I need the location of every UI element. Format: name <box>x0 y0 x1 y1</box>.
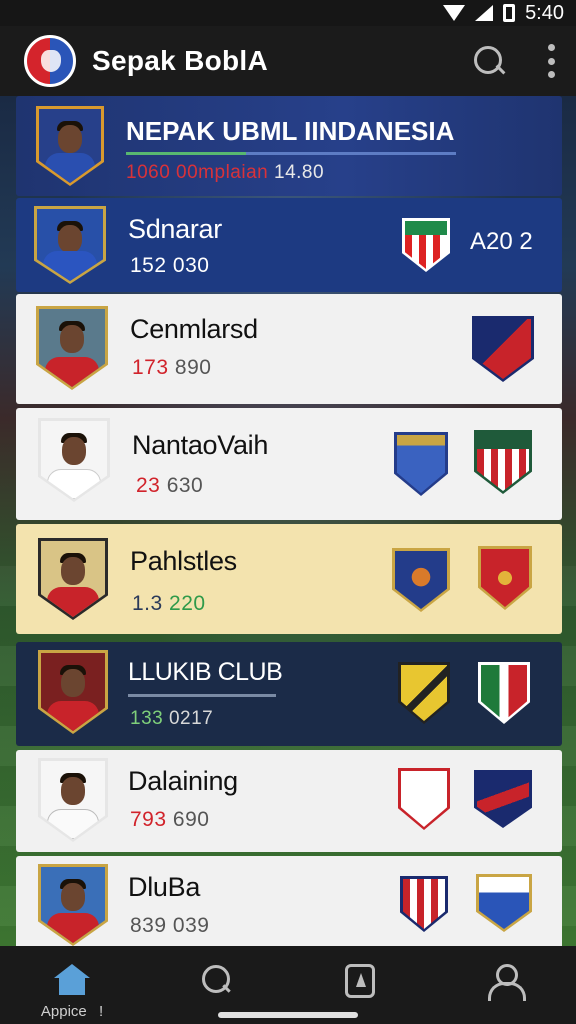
stat-primary: 133 <box>130 708 164 729</box>
club-crest-icon <box>398 768 450 830</box>
stat-secondary: 630 <box>166 474 204 497</box>
stat-primary: 1.3 <box>132 592 163 615</box>
stat-primary: 152 <box>130 254 167 277</box>
stat-secondary: 14.80 <box>274 162 325 183</box>
club-crest-icon <box>474 430 532 494</box>
club-crest-icon <box>394 432 448 496</box>
player-avatar <box>41 421 107 499</box>
row-stats: 23 630 <box>136 474 203 498</box>
match-score: A20 2 <box>470 228 533 255</box>
player-avatar <box>41 541 105 617</box>
list-item-highlighted[interactable]: Pahlstles 1.3 220 <box>16 524 562 634</box>
club-crest-icon <box>402 218 450 272</box>
stat-primary: 173 <box>132 356 169 379</box>
row-stats: 793 690 <box>130 808 209 832</box>
stat-secondary: 030 <box>172 254 210 277</box>
player-avatar <box>39 109 101 183</box>
player-name: Cenmlarsd <box>130 314 258 344</box>
player-list: NEPAK UBML IINDANESIA 1060 00mplaian 14.… <box>16 96 562 950</box>
row-stats: 152 030 <box>130 254 209 278</box>
stat-secondary: 890 <box>174 356 212 379</box>
stat-primary: 23 <box>136 474 161 497</box>
nav-home-label: Appice ! <box>41 1003 103 1020</box>
gesture-bar[interactable] <box>218 1012 358 1018</box>
club-crest-icon <box>392 548 450 612</box>
player-name: Pahlstles <box>130 546 237 576</box>
more-menu-icon[interactable] <box>546 44 556 78</box>
stat-primary: 1060 00mplaian <box>126 162 269 183</box>
row-stats: 1060 00mplaian 14.80 <box>126 162 324 184</box>
list-item[interactable]: NantaoVaih 23 630 <box>16 408 562 520</box>
battery-icon <box>503 4 516 22</box>
player-name: Sdnarar <box>128 214 222 244</box>
wifi-icon <box>443 5 466 21</box>
player-avatar <box>41 653 105 731</box>
list-item[interactable]: Cenmlarsd 173 890 <box>16 294 562 404</box>
nav-home[interactable]: Appice ! <box>32 964 112 1020</box>
list-item-header[interactable]: NEPAK UBML IINDANESIA 1060 00mplaian 14.… <box>16 96 562 196</box>
search-icon <box>201 964 231 994</box>
player-avatar <box>41 761 105 839</box>
stat-primary: 793 <box>130 808 167 831</box>
club-underline <box>128 694 276 697</box>
club-crest-icon <box>472 316 534 382</box>
navigation-icon <box>345 964 375 998</box>
stat-secondary: 220 <box>169 592 206 615</box>
club-crest-icon <box>476 874 532 932</box>
list-item[interactable]: LLUKIB CLUB 133 0217 <box>16 642 562 746</box>
stat-secondary: 0217 <box>168 708 214 729</box>
club-crest-icon <box>398 662 450 724</box>
user-icon <box>488 964 526 1001</box>
list-item[interactable]: Sdnarar 152 030 A20 2 <box>16 198 562 292</box>
status-bar: 5:40 <box>0 0 576 26</box>
club-crest-icon <box>400 876 448 932</box>
row-stats: 133 0217 <box>130 708 213 730</box>
player-name: NantaoVaih <box>132 430 269 460</box>
club-name: LLUKIB CLUB <box>128 658 283 686</box>
search-icon[interactable] <box>472 44 506 78</box>
row-stats: 1.3 220 <box>132 592 206 616</box>
row-stats: 173 890 <box>132 356 211 380</box>
list-item[interactable]: DluBa 839 039 <box>16 856 562 950</box>
player-avatar <box>39 309 105 387</box>
club-crest-icon <box>478 662 530 724</box>
app-bar: Sepak BoblA <box>0 26 576 96</box>
player-name: DluBa <box>128 872 201 902</box>
app-title: Sepak BoblA <box>92 45 269 76</box>
player-avatar <box>37 209 103 281</box>
stat-secondary: 039 <box>172 914 210 937</box>
player-name: Dalaining <box>128 766 238 796</box>
club-crest-icon <box>478 546 532 610</box>
stat-secondary: 690 <box>172 808 210 831</box>
nav-badge: ! <box>98 1003 104 1020</box>
player-avatar <box>41 867 105 943</box>
nav-profile[interactable] <box>464 964 544 1020</box>
title-underline-accent <box>126 152 246 155</box>
row-stats: 839 039 <box>130 914 209 938</box>
list-item[interactable]: Dalaining 793 690 <box>16 750 562 852</box>
row-title: NEPAK UBML IINDANESIA <box>126 116 455 146</box>
home-icon <box>54 964 90 995</box>
club-crest-icon <box>474 770 532 828</box>
nav-home-text: Appice <box>40 1003 87 1020</box>
clock: 5:40 <box>525 1 564 24</box>
signal-icon <box>475 5 494 21</box>
stat-primary: 839 <box>130 914 167 937</box>
app-logo-icon[interactable] <box>24 35 76 87</box>
